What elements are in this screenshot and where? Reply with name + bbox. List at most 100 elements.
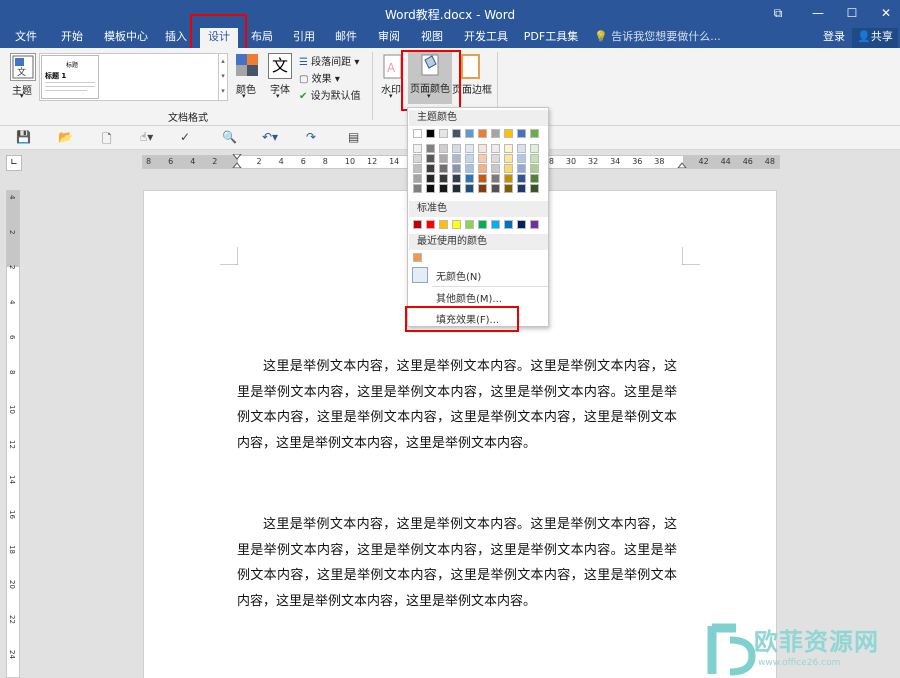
theme-shade-swatch[interactable]: [504, 174, 513, 183]
theme-shade-swatch[interactable]: [439, 164, 448, 173]
theme-shade-swatch[interactable]: [517, 174, 526, 183]
theme-color-swatch[interactable]: [452, 129, 461, 138]
theme-shade-swatch[interactable]: [504, 154, 513, 163]
standard-color-swatch[interactable]: [465, 220, 474, 229]
theme-shade-swatch[interactable]: [426, 154, 435, 163]
theme-shade-swatch[interactable]: [439, 174, 448, 183]
gallery-scroll[interactable]: ▴ ▾ ▾: [218, 53, 228, 101]
undo-icon[interactable]: ↶▾: [262, 130, 278, 144]
standard-color-swatch[interactable]: [426, 220, 435, 229]
theme-color-swatch[interactable]: [413, 129, 422, 138]
theme-shade-swatch[interactable]: [413, 154, 422, 163]
theme-color-swatch[interactable]: [439, 129, 448, 138]
tab-mailings[interactable]: 邮件: [328, 28, 364, 48]
theme-shade-swatch[interactable]: [413, 174, 422, 183]
maximize-button[interactable]: ☐: [840, 3, 864, 23]
body-paragraph-2[interactable]: 这里是举例文本内容，这里是举例文本内容。这里是举例文本内容，这里是举例文本内容，…: [237, 512, 677, 614]
more-colors-item[interactable]: 其他颜色(M)...: [436, 290, 502, 305]
minimize-button[interactable]: —: [806, 3, 830, 23]
fonts-icon[interactable]: 文: [268, 53, 292, 79]
standard-color-swatch[interactable]: [517, 220, 526, 229]
tab-templates[interactable]: 模板中心: [98, 28, 154, 48]
theme-shade-swatch[interactable]: [413, 144, 422, 153]
theme-shade-swatch[interactable]: [491, 154, 500, 163]
tab-layout[interactable]: 布局: [244, 28, 280, 48]
theme-shade-swatch[interactable]: [452, 174, 461, 183]
redo-icon[interactable]: ↷: [306, 130, 316, 144]
login-link[interactable]: 登录: [818, 28, 850, 48]
theme-shade-swatch[interactable]: [426, 174, 435, 183]
touch-mode-icon[interactable]: ☝▾: [140, 130, 153, 144]
new-document-icon[interactable]: 🗋: [102, 130, 112, 151]
effects-button[interactable]: ▢ 效果 ▾: [299, 70, 340, 85]
theme-shade-swatch[interactable]: [478, 174, 487, 183]
theme-shade-swatch[interactable]: [426, 144, 435, 153]
style-set-thumbnail[interactable]: 标题 标题 1: [41, 55, 99, 99]
close-button[interactable]: ✕: [874, 3, 898, 23]
theme-shade-swatch[interactable]: [478, 164, 487, 173]
theme-shade-swatch[interactable]: [465, 174, 474, 183]
customize-icon[interactable]: ▤: [348, 130, 359, 144]
theme-shade-swatch[interactable]: [530, 164, 539, 173]
paragraph-spacing-button[interactable]: ☰ 段落间距 ▾: [299, 53, 359, 68]
colors-icon[interactable]: [235, 53, 259, 79]
theme-shade-swatch[interactable]: [452, 164, 461, 173]
theme-shade-swatch[interactable]: [452, 154, 461, 163]
theme-shade-swatch[interactable]: [452, 144, 461, 153]
standard-color-swatch[interactable]: [491, 220, 500, 229]
tab-insert[interactable]: 插入: [158, 28, 194, 48]
theme-shade-swatch[interactable]: [530, 154, 539, 163]
standard-color-swatch[interactable]: [478, 220, 487, 229]
theme-color-swatch[interactable]: [504, 129, 513, 138]
theme-color-swatch[interactable]: [530, 129, 539, 138]
theme-shade-swatch[interactable]: [426, 164, 435, 173]
theme-color-swatch[interactable]: [491, 129, 500, 138]
set-default-button[interactable]: ✔ 设为默认值: [299, 87, 361, 102]
theme-color-swatch[interactable]: [517, 129, 526, 138]
theme-shade-swatch[interactable]: [517, 154, 526, 163]
tab-file[interactable]: 文件: [6, 28, 46, 48]
right-indent-marker-icon[interactable]: [677, 154, 687, 168]
theme-shade-swatch[interactable]: [517, 184, 526, 193]
style-set-gallery[interactable]: 标题 标题 1: [39, 53, 219, 101]
theme-shade-swatch[interactable]: [491, 164, 500, 173]
vertical-ruler[interactable]: 4 2 2 4 6 8 10 12 14 16 18 20 22 24: [6, 190, 20, 678]
theme-color-swatch[interactable]: [478, 129, 487, 138]
standard-color-swatch[interactable]: [530, 220, 539, 229]
standard-color-swatch[interactable]: [439, 220, 448, 229]
theme-shade-swatch[interactable]: [478, 154, 487, 163]
tell-me-box[interactable]: 💡 告诉我您想要做什么...: [594, 28, 724, 48]
tab-developer[interactable]: 开发工具: [458, 28, 514, 48]
theme-shade-swatch[interactable]: [465, 164, 474, 173]
theme-shade-swatch[interactable]: [439, 154, 448, 163]
standard-color-swatch[interactable]: [452, 220, 461, 229]
body-paragraph-1[interactable]: 这里是举例文本内容，这里是举例文本内容。这里是举例文本内容，这里是举例文本内容，…: [237, 354, 677, 456]
open-folder-icon[interactable]: 📂: [58, 130, 73, 144]
standard-color-swatch[interactable]: [504, 220, 513, 229]
tab-view[interactable]: 视图: [414, 28, 450, 48]
theme-shade-swatch[interactable]: [530, 184, 539, 193]
recent-color-swatch[interactable]: [413, 253, 422, 262]
theme-color-swatch[interactable]: [465, 129, 474, 138]
tab-references[interactable]: 引用: [286, 28, 322, 48]
theme-shade-swatch[interactable]: [465, 144, 474, 153]
tab-review[interactable]: 审阅: [371, 28, 407, 48]
tab-stop-selector[interactable]: ∟: [6, 155, 22, 171]
theme-icon[interactable]: 文: [10, 53, 36, 81]
theme-shade-swatch[interactable]: [530, 144, 539, 153]
theme-shade-swatch[interactable]: [504, 164, 513, 173]
theme-shade-swatch[interactable]: [465, 184, 474, 193]
theme-shade-swatch[interactable]: [491, 174, 500, 183]
tab-home[interactable]: 开始: [52, 28, 92, 48]
theme-shade-swatch[interactable]: [491, 144, 500, 153]
theme-shade-swatch[interactable]: [504, 144, 513, 153]
theme-shade-swatch[interactable]: [465, 154, 474, 163]
indent-marker-icon[interactable]: [232, 154, 242, 168]
page-border-icon[interactable]: [460, 54, 482, 80]
theme-shade-swatch[interactable]: [439, 184, 448, 193]
theme-shade-swatch[interactable]: [478, 144, 487, 153]
share-button[interactable]: 👤共享: [852, 28, 898, 48]
standard-color-swatch[interactable]: [413, 220, 422, 229]
spelling-icon[interactable]: ✓: [180, 130, 190, 144]
theme-shade-swatch[interactable]: [517, 144, 526, 153]
